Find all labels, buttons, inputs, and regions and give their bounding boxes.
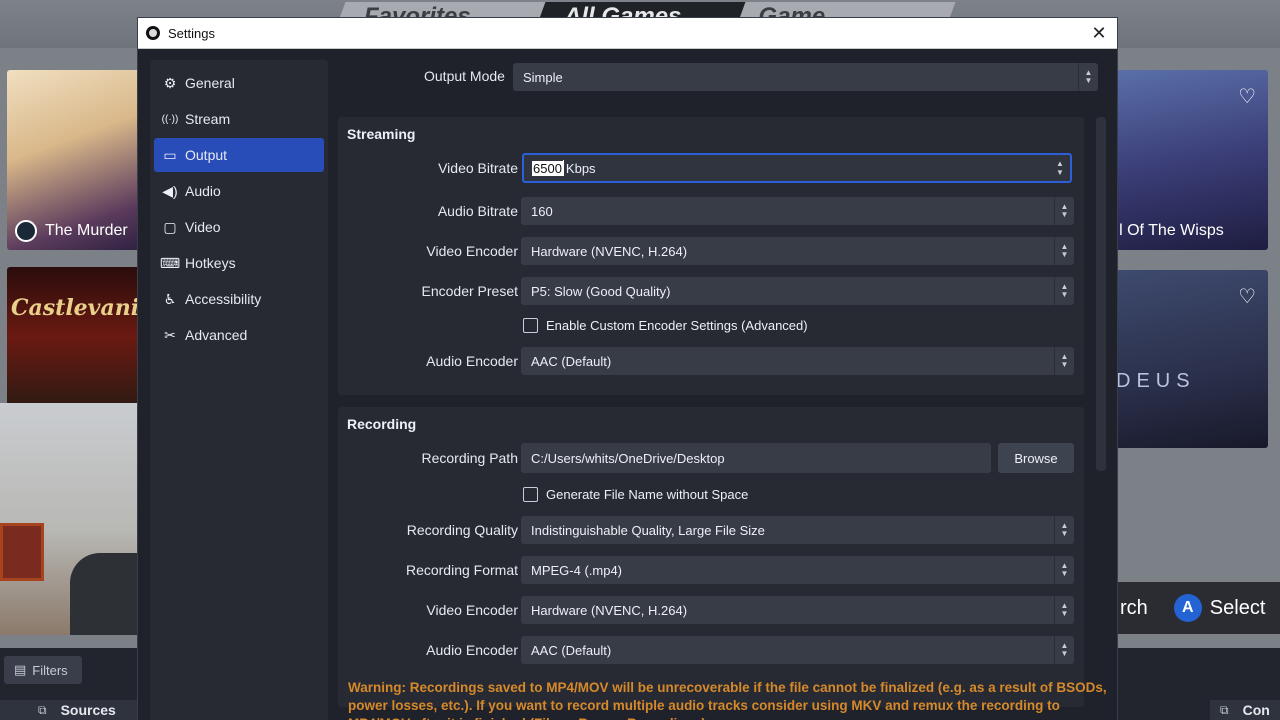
broadcast-icon: ((·)) [161, 113, 179, 125]
sidebar-item-output[interactable]: ▭ Output [154, 138, 324, 172]
monitor-icon: ▢ [163, 218, 177, 235]
sidebar-item-video[interactable]: ▢ Video [154, 210, 324, 244]
recording-format-label: Recording Format [405, 562, 518, 578]
video-encoder-label: Video Encoder [426, 243, 518, 259]
recording-quality-select[interactable]: Indistinguishable Quality, Large File Si… [521, 516, 1074, 544]
sidebar-item-general[interactable]: ⚙ General [154, 66, 324, 100]
spinner-arrows-icon[interactable]: ▲ ▼ [1050, 155, 1070, 181]
chevron-updown-icon: ▲ ▼ [1054, 516, 1074, 544]
no-space-checkbox[interactable] [523, 487, 538, 502]
game-card-wisps[interactable]: ♡ ill Of The Wisps [1116, 70, 1268, 250]
game-card-castlevania[interactable]: Castlevania [7, 267, 142, 407]
text-cursor [562, 160, 564, 176]
chevron-updown-icon: ▲ ▼ [1054, 277, 1074, 305]
game-card-title: DEUS [1116, 370, 1196, 392]
heart-icon[interactable]: ♡ [1238, 284, 1256, 309]
filters-button[interactable]: ▤ Filters [4, 656, 82, 684]
recording-video-encoder-label: Video Encoder [426, 602, 518, 618]
chevron-updown-icon: ▲ ▼ [1054, 556, 1074, 584]
chevron-updown-icon: ▲ ▼ [1054, 237, 1074, 265]
wall-frame [0, 523, 44, 581]
keyboard-icon: ⌨ [159, 254, 181, 271]
tools-icon: ✂ [164, 326, 176, 343]
video-encoder-select[interactable]: Hardware (NVENC, H.264) ▲ ▼ [521, 237, 1074, 265]
close-icon[interactable]: ✕ [1087, 22, 1111, 44]
recording-audio-encoder-select[interactable]: AAC (Default) ▲ ▼ [521, 636, 1074, 664]
undock-icon[interactable]: ⧉ [1220, 703, 1229, 718]
output-mode-select[interactable]: Simple ▲ ▼ [513, 63, 1098, 91]
custom-encoder-checkbox[interactable] [523, 318, 538, 333]
game-card-deus[interactable]: ♡ DEUS [1116, 270, 1268, 448]
game-card-murder[interactable]: The Murder [7, 70, 142, 250]
chevron-updown-icon: ▲ ▼ [1054, 596, 1074, 624]
sidebar-item-audio[interactable]: ◀) Audio [154, 174, 324, 208]
heart-icon[interactable]: ♡ [1238, 84, 1256, 109]
a-button-icon: A [1173, 594, 1202, 622]
search-hint: rch [1120, 596, 1148, 619]
speaker-icon: ◀) [162, 182, 178, 199]
encoder-preset-select[interactable]: P5: Slow (Good Quality) ▲ ▼ [521, 277, 1074, 305]
chevron-updown-icon: ▲ ▼ [1078, 63, 1098, 91]
recording-panel: Recording Recording Path C:/Users/whits/… [338, 407, 1084, 707]
streaming-panel: Streaming Video Bitrate 6500 Kbps ▲ ▼ Aud… [338, 117, 1084, 395]
output-mode-label: Output Mode [424, 68, 505, 84]
castlevania-logo: Castlevania [11, 295, 142, 321]
select-hint: Select [1209, 596, 1266, 619]
dialog-title: Settings [168, 25, 215, 41]
streaming-title: Streaming [347, 126, 416, 142]
audio-encoder-select[interactable]: AAC (Default) ▲ ▼ [521, 347, 1074, 375]
person-shoulder [70, 553, 140, 635]
undock-icon[interactable]: ⧉ [38, 703, 47, 718]
settings-sidebar: ⚙ General ((·)) Stream ▭ Output ◀) Audio… [150, 60, 328, 720]
content-scrollbar[interactable] [1096, 117, 1106, 471]
game-card-title: The Murder [15, 220, 128, 242]
controller-hint-bar: rch A Select [1116, 582, 1280, 634]
dock-sources-header: ⧉ Sources [0, 700, 140, 720]
sidebar-item-hotkeys[interactable]: ⌨ Hotkeys [154, 246, 324, 280]
webcam-preview [0, 403, 140, 635]
recording-title: Recording [347, 416, 417, 432]
game-card-title: ill Of The Wisps [1116, 222, 1224, 239]
sidebar-item-accessibility[interactable]: ♿ Accessibility [154, 282, 324, 316]
output-icon: ▭ [163, 146, 177, 163]
settings-dialog: Settings ✕ ⚙ General ((·)) Stream ▭ Outp… [137, 17, 1118, 720]
recording-quality-label: Recording Quality [406, 522, 518, 538]
audio-encoder-label: Audio Encoder [426, 353, 518, 369]
chevron-updown-icon: ▲ ▼ [1054, 347, 1074, 375]
browse-button[interactable]: Browse [998, 443, 1074, 473]
mp4-warning-text: Warning: Recordings saved to MP4/MOV wil… [348, 680, 1107, 720]
sidebar-item-advanced[interactable]: ✂ Advanced [154, 318, 324, 352]
audio-bitrate-select[interactable]: 160 ▲ ▼ [521, 197, 1074, 225]
dialog-titlebar: Settings ✕ [138, 18, 1117, 49]
audio-bitrate-label: Audio Bitrate [437, 203, 518, 219]
video-bitrate-label: Video Bitrate [438, 160, 518, 176]
recording-path-input[interactable]: C:/Users/whits/OneDrive/Desktop [521, 443, 991, 473]
settings-content: Output Mode Simple ▲ ▼ Streaming Video Bi… [336, 49, 1118, 720]
gear-icon: ⚙ [163, 74, 177, 91]
chevron-updown-icon: ▲ ▼ [1054, 636, 1074, 664]
video-bitrate-input[interactable]: 6500 Kbps ▲ ▼ [522, 153, 1072, 183]
no-space-checkbox-row[interactable]: Generate File Name without Space [523, 487, 748, 502]
obs-logo-icon [146, 26, 160, 40]
sidebar-item-stream[interactable]: ((·)) Stream [154, 102, 324, 136]
steam-icon [15, 220, 37, 242]
dock-controls-header: ⧉ Con [1210, 700, 1280, 720]
recording-video-encoder-select[interactable]: Hardware (NVENC, H.264) ▲ ▼ [521, 596, 1074, 624]
encoder-preset-label: Encoder Preset [421, 283, 519, 299]
recording-audio-encoder-label: Audio Encoder [426, 642, 518, 658]
chevron-updown-icon: ▲ ▼ [1054, 197, 1074, 225]
custom-encoder-checkbox-row[interactable]: Enable Custom Encoder Settings (Advanced… [523, 318, 808, 333]
filter-icon: ▤ [14, 662, 27, 677]
accessibility-icon: ♿ [163, 290, 177, 307]
recording-format-select[interactable]: MPEG-4 (.mp4) ▲ ▼ [521, 556, 1074, 584]
recording-path-label: Recording Path [421, 450, 518, 466]
